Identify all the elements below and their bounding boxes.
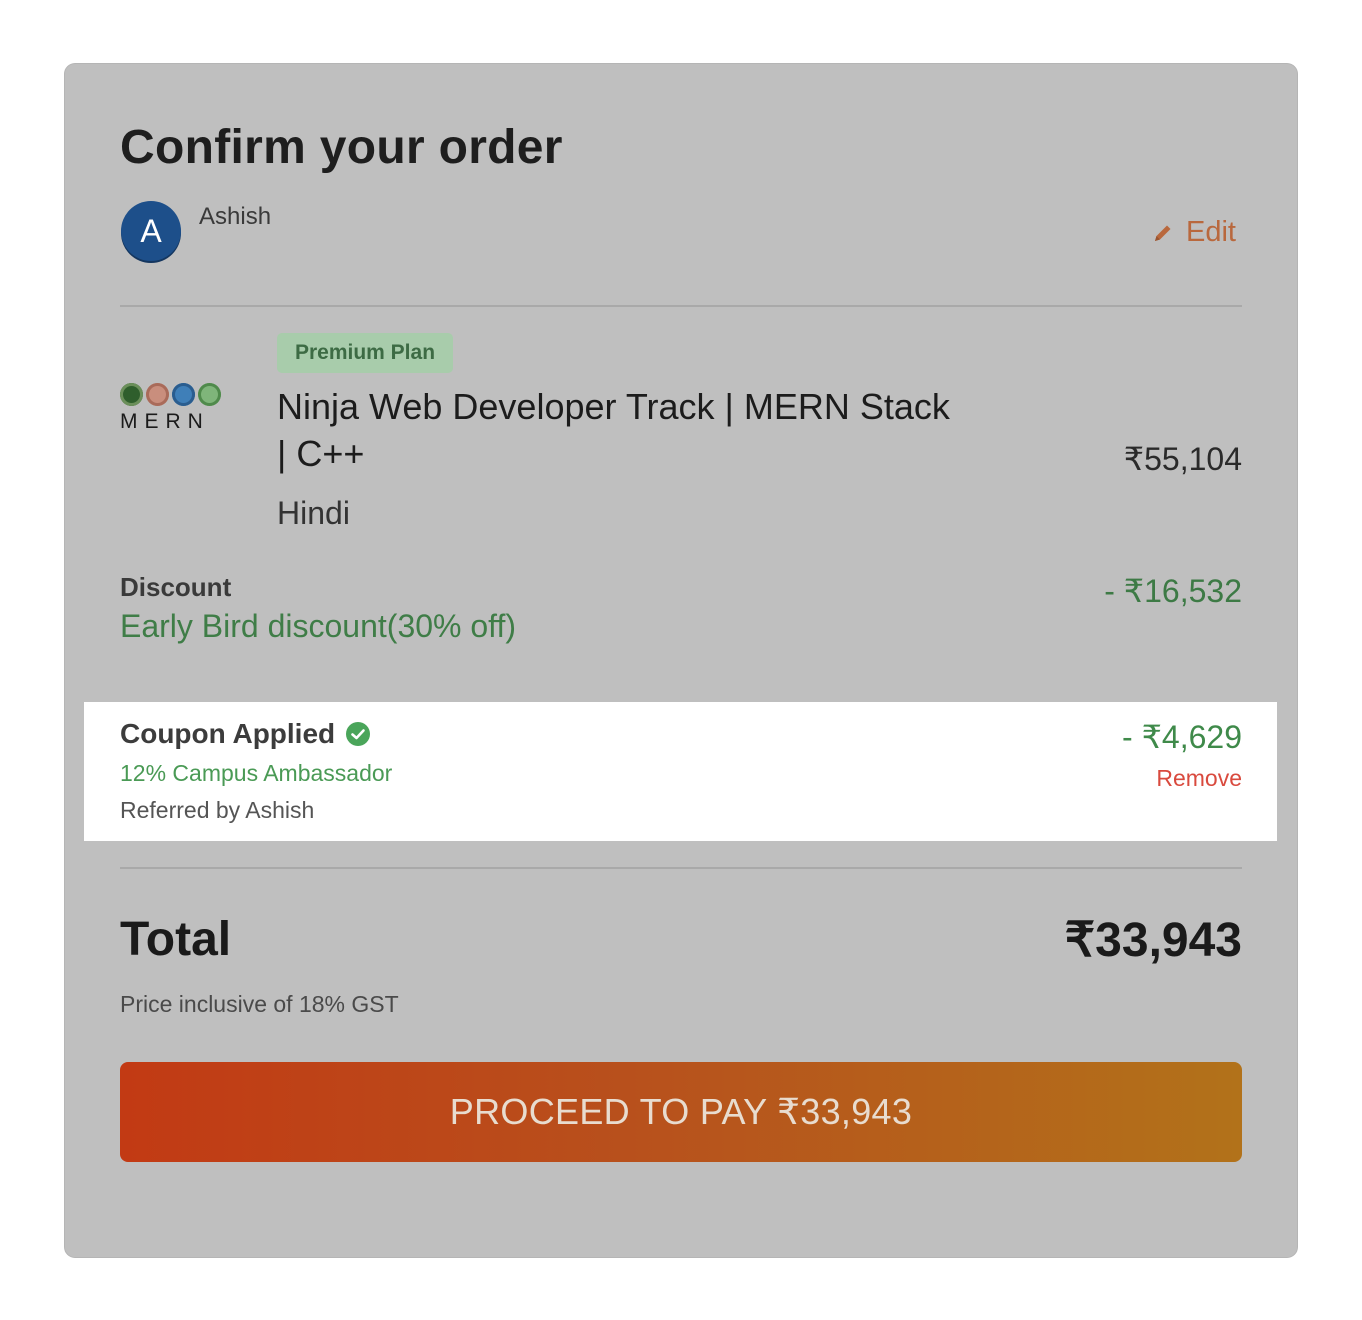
coupon-label-text: Coupon Applied: [120, 718, 336, 749]
discount-description: Early Bird discount(30% off): [120, 608, 517, 644]
coupon-referrer: Referred by Ashish: [120, 797, 315, 823]
remove-coupon-link[interactable]: Remove: [1156, 765, 1242, 792]
edit-button[interactable]: Edit: [1152, 216, 1236, 249]
edit-label: Edit: [1186, 216, 1236, 248]
pencil-icon: [1152, 222, 1174, 244]
proceed-to-pay-button[interactable]: PROCEED TO PAY ₹33,943: [120, 1062, 1242, 1162]
logo-text: MERN: [120, 410, 210, 433]
discount-amount: - ₹16,532: [1104, 573, 1242, 609]
user-name: Ashish: [199, 203, 272, 230]
total-label: Total: [120, 913, 232, 966]
gst-note: Price inclusive of 18% GST: [120, 991, 399, 1017]
avatar: A: [121, 201, 181, 261]
check-circle-icon: [345, 721, 371, 747]
divider-bottom: [120, 867, 1242, 869]
divider-top: [120, 305, 1242, 307]
course-title: Ninja Web Developer Track | MERN Stack |…: [277, 386, 950, 474]
page-title: Confirm your order: [120, 121, 563, 174]
mern-logo: MERN: [120, 383, 230, 435]
plan-badge: Premium Plan: [277, 333, 453, 373]
coupon-amount: - ₹4,629: [1122, 719, 1242, 755]
course-language: Hindi: [277, 495, 350, 531]
coupon-applied-label: Coupon Applied: [120, 718, 371, 750]
total-amount: ₹33,943: [1064, 914, 1242, 967]
coupon-description: 12% Campus Ambassador: [120, 760, 393, 786]
discount-label: Discount: [120, 572, 232, 602]
course-price: ₹55,104: [1123, 441, 1242, 477]
